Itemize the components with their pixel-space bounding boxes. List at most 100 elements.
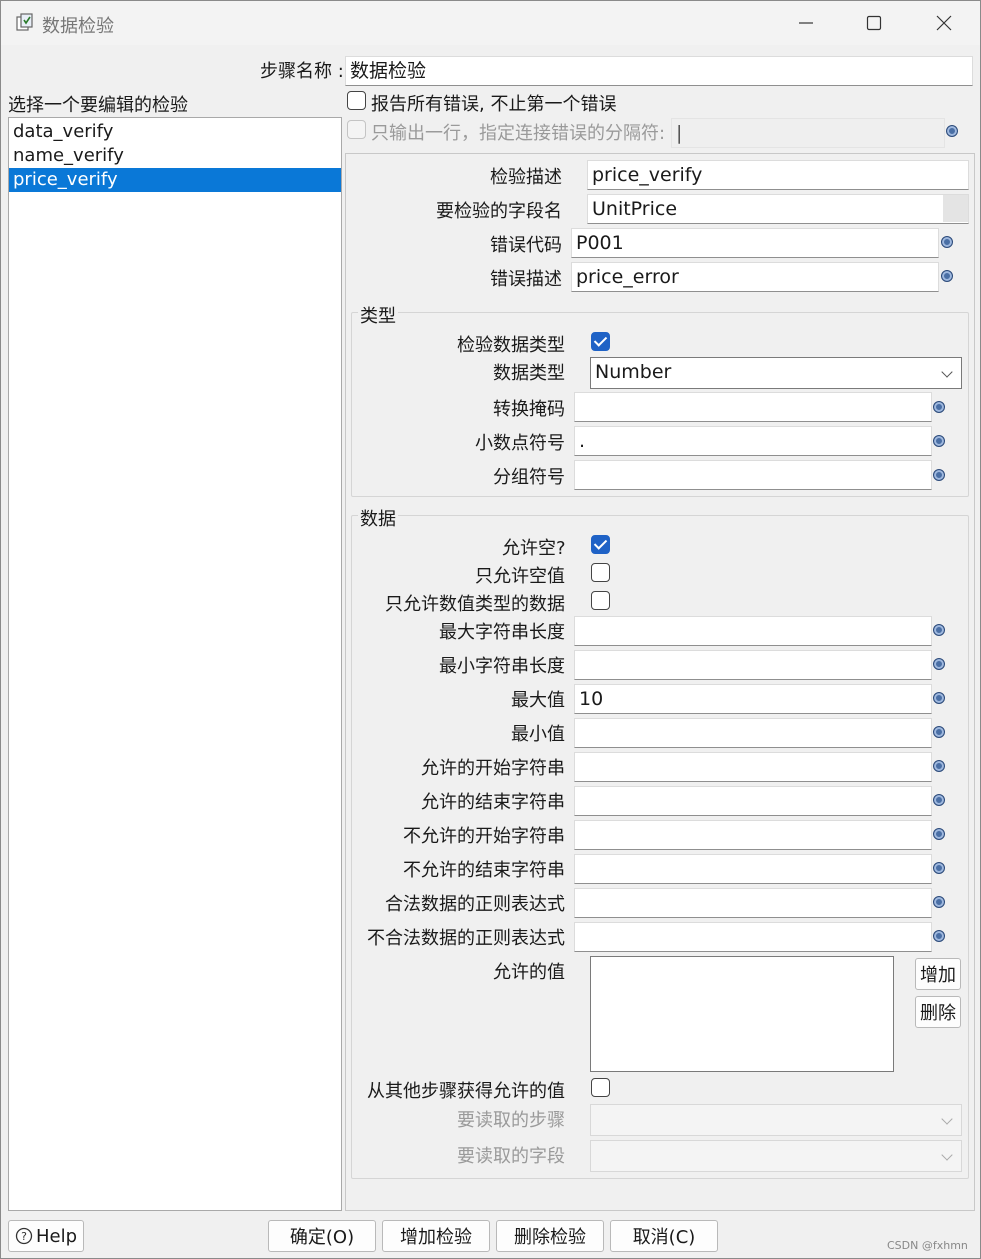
allowed-values-label: 允许的值 <box>493 962 565 983</box>
variable-icon[interactable] <box>933 624 945 636</box>
type-group-title: 类型 <box>358 302 398 328</box>
max-value-label: 最大值 <box>511 690 565 711</box>
allow-null-checkbox[interactable] <box>591 535 610 554</box>
data-type-label: 数据类型 <box>493 363 565 384</box>
variable-icon[interactable] <box>933 726 945 738</box>
conversion-mask-label: 转换掩码 <box>493 399 565 420</box>
step-name-input[interactable]: 数据检验 <box>345 56 973 86</box>
valid-regex-input[interactable] <box>574 888 932 918</box>
variable-icon[interactable] <box>933 794 945 806</box>
verify-list[interactable]: data_verify name_verify price_verify <box>8 117 342 1211</box>
variable-icon[interactable] <box>933 435 945 447</box>
field-name-dropdown[interactable] <box>943 195 968 222</box>
grouping-symbol-input[interactable] <box>574 460 932 490</box>
window-title: 数据检验 <box>42 16 114 37</box>
close-button[interactable] <box>909 1 979 45</box>
delete-value-button[interactable]: 删除 <box>915 996 961 1028</box>
maximize-button[interactable] <box>839 1 909 45</box>
separator-input[interactable]: | <box>671 118 945 148</box>
field-name-label: 要检验的字段名 <box>436 201 562 222</box>
app-icon <box>16 13 33 31</box>
title-bar: 数据检验 <box>1 1 980 45</box>
decimal-symbol-input[interactable]: . <box>574 426 932 456</box>
report-all-errors-label: 报告所有错误, 不止第一个错误 <box>371 94 617 115</box>
report-all-errors-checkbox[interactable] <box>347 91 366 110</box>
conversion-mask-input[interactable] <box>574 392 932 422</box>
variable-icon[interactable] <box>941 236 953 248</box>
allowed-end-input[interactable] <box>574 786 932 816</box>
data-type-select[interactable]: Number <box>590 357 962 389</box>
disallowed-end-label: 不允许的结束字符串 <box>403 860 565 881</box>
variable-icon[interactable] <box>933 401 945 413</box>
variable-icon[interactable] <box>933 862 945 874</box>
list-item-selected[interactable]: price_verify <box>9 168 341 192</box>
from-other-step-label: 从其他步骤获得允许的值 <box>367 1081 565 1102</box>
allowed-values-list[interactable] <box>590 956 894 1072</box>
allow-null-label: 允许空? <box>502 538 566 559</box>
dialog-window: 数据检验 步骤名称 : 数据检验 选择一个要编辑的检验 data_verify … <box>0 0 981 1259</box>
chevron-down-icon <box>941 366 953 378</box>
add-verify-button[interactable]: 增加检验 <box>382 1220 490 1252</box>
list-item[interactable]: data_verify <box>9 120 341 144</box>
error-desc-label: 错误描述 <box>490 269 562 290</box>
allowed-end-label: 允许的结束字符串 <box>421 792 565 813</box>
cancel-button[interactable]: 取消(C) <box>610 1220 718 1252</box>
chevron-down-icon <box>941 1149 953 1161</box>
error-desc-input[interactable]: price_error <box>571 262 939 292</box>
error-code-input[interactable]: P001 <box>571 228 939 258</box>
error-code-label: 错误代码 <box>490 235 562 256</box>
variable-icon[interactable] <box>933 760 945 772</box>
variable-icon[interactable] <box>933 896 945 908</box>
from-other-step-checkbox[interactable] <box>591 1078 610 1097</box>
variable-icon[interactable] <box>933 930 945 942</box>
help-button[interactable]: ? Help <box>8 1220 84 1252</box>
max-value-input[interactable]: 10 <box>574 684 932 714</box>
only-numeric-label: 只允许数值类型的数据 <box>385 594 565 615</box>
disallowed-start-input[interactable] <box>574 820 932 850</box>
decimal-symbol-label: 小数点符号 <box>475 433 565 454</box>
read-field-select[interactable] <box>590 1140 962 1172</box>
verify-type-checkbox[interactable] <box>591 332 610 351</box>
minimize-button[interactable] <box>771 1 841 45</box>
variable-icon[interactable] <box>946 125 958 137</box>
invalid-regex-input[interactable] <box>574 922 932 952</box>
close-icon <box>936 15 952 31</box>
valid-regex-label: 合法数据的正则表达式 <box>385 894 565 915</box>
svg-text:?: ? <box>21 1230 27 1243</box>
field-name-input[interactable]: UnitPrice <box>587 194 969 224</box>
max-length-label: 最大字符串长度 <box>439 622 565 643</box>
add-value-button[interactable]: 增加 <box>915 958 961 990</box>
verify-list-header: 选择一个要编辑的检验 <box>8 95 188 116</box>
variable-icon[interactable] <box>941 270 953 282</box>
help-label: Help <box>35 1225 78 1247</box>
min-length-input[interactable] <box>574 650 932 680</box>
invalid-regex-label: 不合法数据的正则表达式 <box>367 928 565 949</box>
min-length-label: 最小字符串长度 <box>439 656 565 677</box>
step-name-label: 步骤名称 : <box>260 61 344 82</box>
list-item[interactable]: name_verify <box>9 144 341 168</box>
variable-icon[interactable] <box>933 692 945 704</box>
variable-icon[interactable] <box>933 828 945 840</box>
variable-icon[interactable] <box>933 658 945 670</box>
allowed-start-label: 允许的开始字符串 <box>421 758 565 779</box>
disallowed-start-label: 不允许的开始字符串 <box>403 826 565 847</box>
read-step-select[interactable] <box>590 1104 962 1136</box>
verify-type-label: 检验数据类型 <box>457 335 565 356</box>
maximize-icon <box>866 15 882 31</box>
description-label: 检验描述 <box>490 167 562 188</box>
read-field-label: 要读取的字段 <box>457 1146 565 1167</box>
data-group-title: 数据 <box>358 505 398 531</box>
description-input[interactable]: price_verify <box>587 160 969 190</box>
only-null-checkbox[interactable] <box>591 563 610 582</box>
min-value-input[interactable] <box>574 718 932 748</box>
chevron-down-icon <box>941 1113 953 1125</box>
data-type-value: Number <box>595 361 672 383</box>
max-length-input[interactable] <box>574 616 932 646</box>
ok-button[interactable]: 确定(O) <box>268 1220 376 1252</box>
allowed-start-input[interactable] <box>574 752 932 782</box>
delete-verify-button[interactable]: 删除检验 <box>496 1220 604 1252</box>
single-row-checkbox[interactable] <box>347 120 366 139</box>
disallowed-end-input[interactable] <box>574 854 932 884</box>
variable-icon[interactable] <box>933 469 945 481</box>
only-numeric-checkbox[interactable] <box>591 591 610 610</box>
